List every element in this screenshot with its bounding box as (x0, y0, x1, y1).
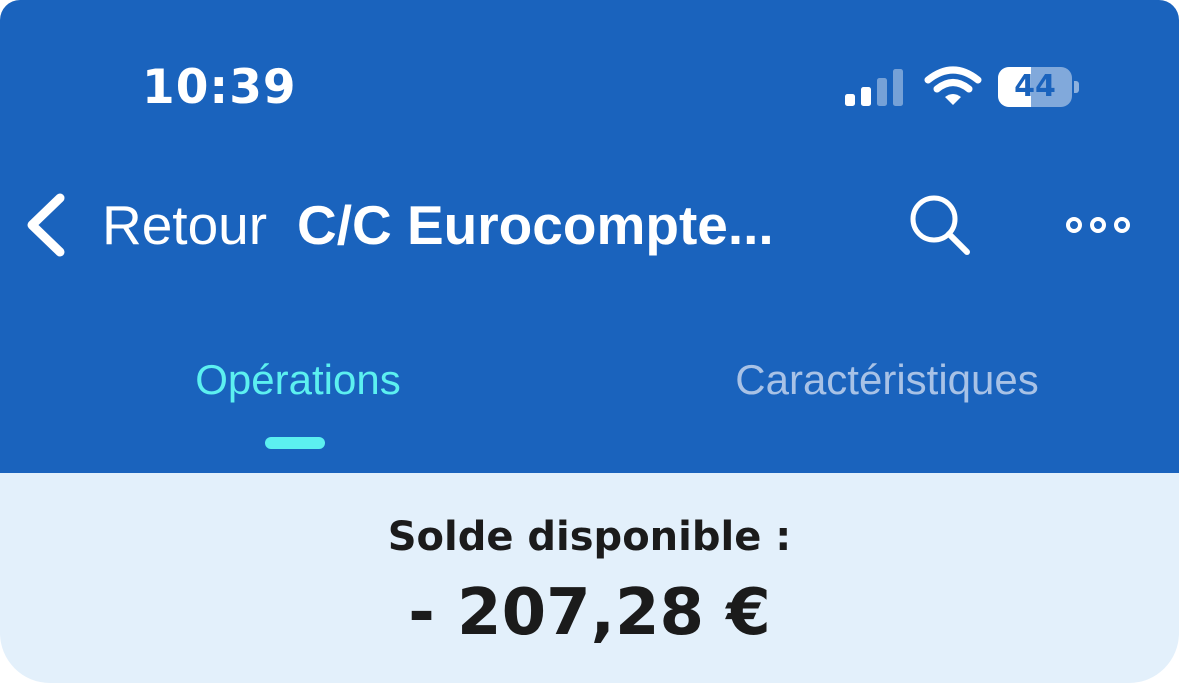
status-time: 10:39 (142, 60, 297, 115)
account-screen: 10:39 44 Retour C/C Eurocompte... Opérat… (0, 0, 1179, 693)
balance-label: Solde disponible : (387, 514, 792, 560)
battery-indicator: 44 (998, 67, 1079, 107)
chevron-left-icon (27, 193, 65, 257)
battery-tip (1074, 81, 1079, 93)
header: 10:39 44 Retour C/C Eurocompte... Opérat… (0, 0, 1179, 473)
battery-icon: 44 (998, 67, 1072, 107)
tab-operations[interactable]: Opérations (190, 350, 406, 410)
balance-panel: Solde disponible : - 207,28 € (0, 473, 1179, 683)
battery-level: 44 (1014, 69, 1056, 104)
balance-amount: - 207,28 € (408, 576, 771, 650)
search-icon[interactable] (907, 192, 973, 258)
back-button[interactable]: Retour (22, 180, 267, 270)
more-icon[interactable] (1062, 210, 1134, 240)
page-title: C/C Eurocompte... (297, 194, 774, 256)
wifi-icon (924, 66, 982, 105)
back-label: Retour (102, 194, 268, 256)
active-tab-indicator (265, 437, 325, 449)
cellular-signal-icon (845, 69, 903, 106)
tab-caracteristiques[interactable]: Caractéristiques (726, 350, 1048, 410)
